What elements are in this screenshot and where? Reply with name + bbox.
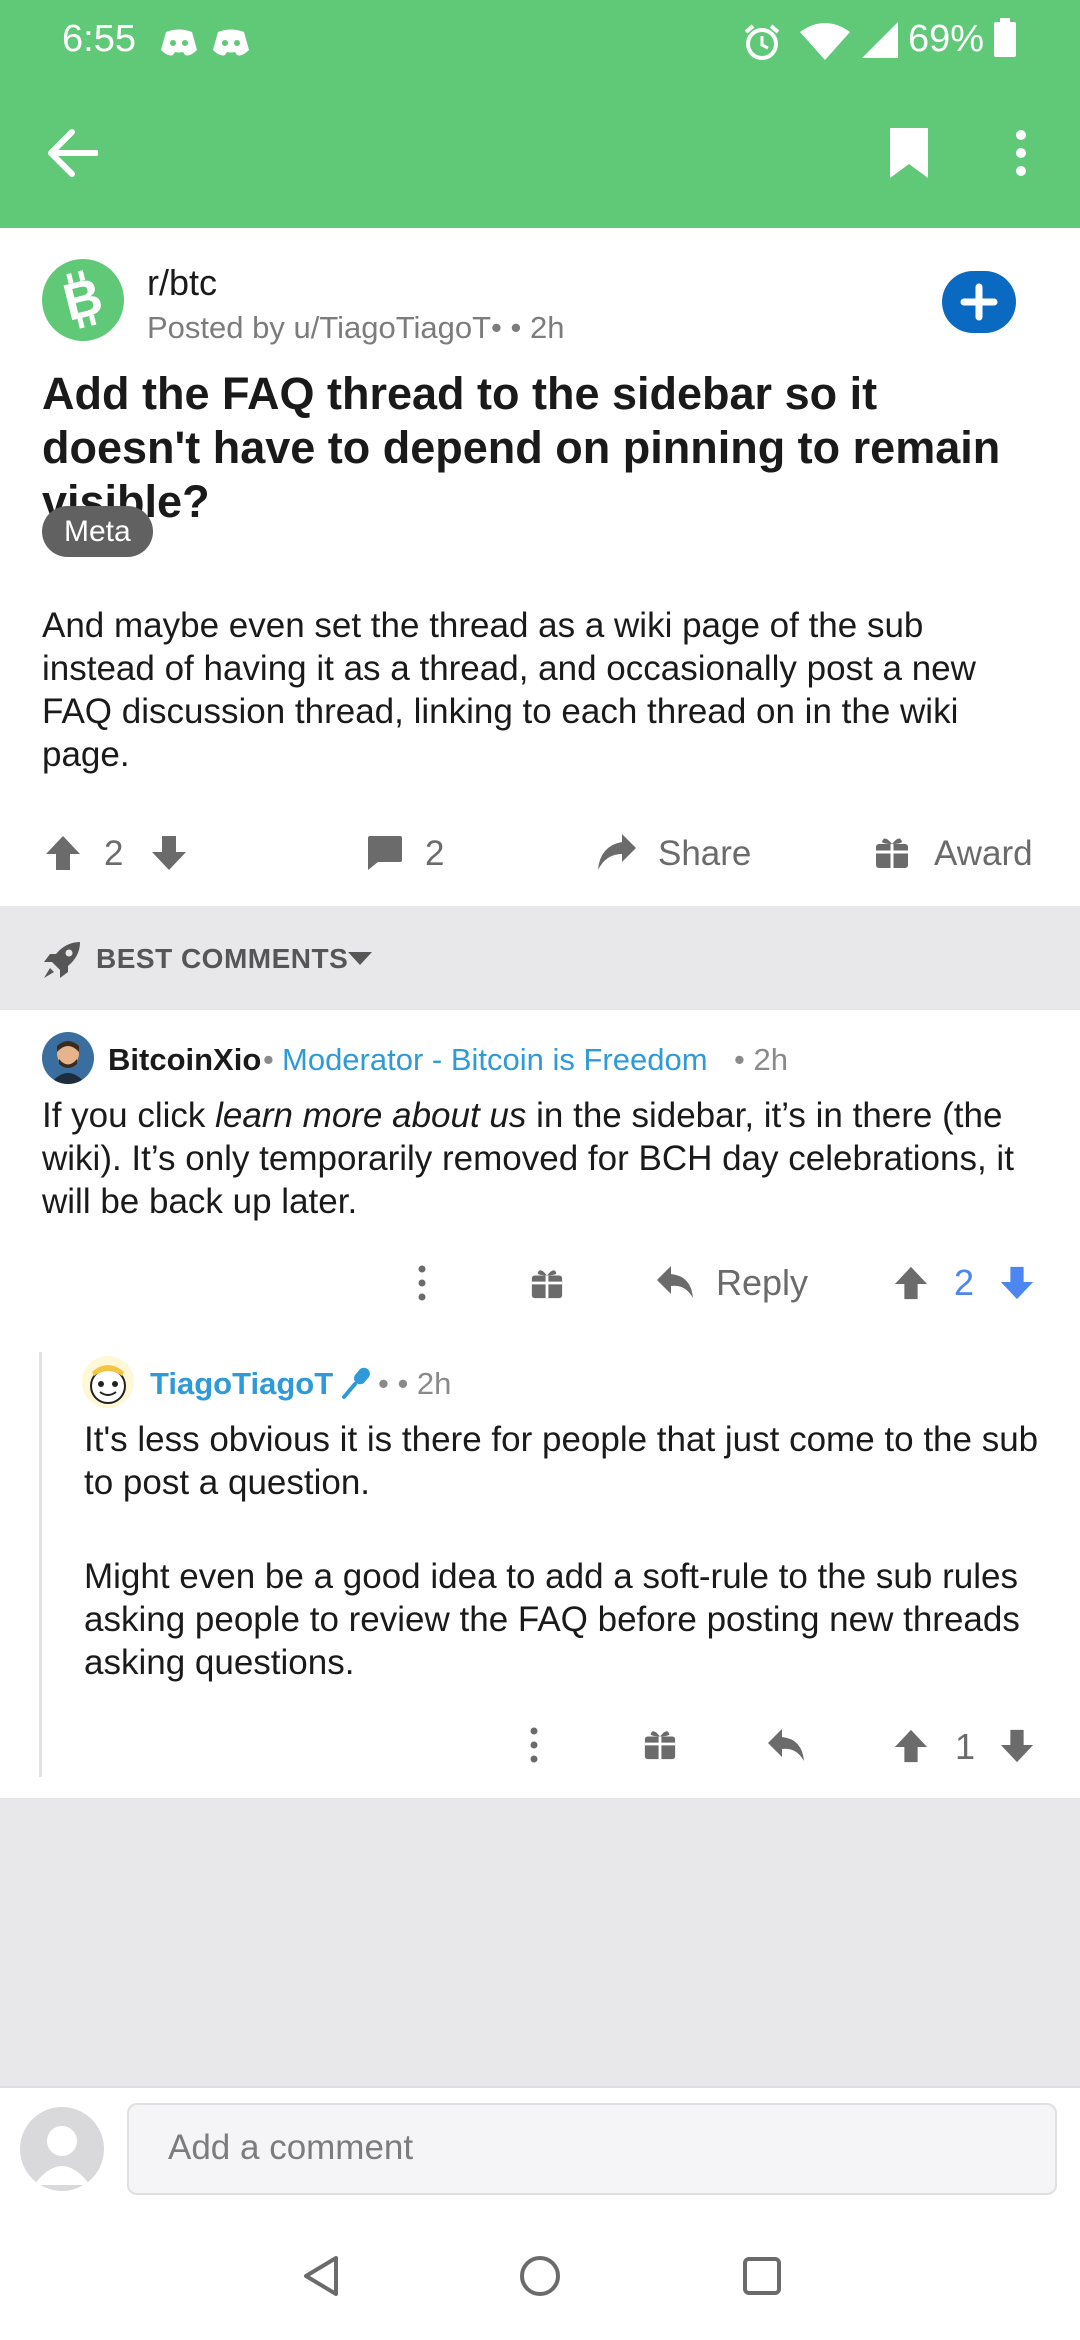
meta-separator: • <box>263 1042 274 1077</box>
comment-vote-count: 2 <box>954 1262 975 1303</box>
bitcoin-icon: B <box>58 267 108 332</box>
more-options-icon[interactable] <box>417 1265 427 1301</box>
plus-icon <box>960 283 998 321</box>
post-title: Add the FAQ thread to the sidebar so it … <box>42 368 1001 527</box>
upvote-icon[interactable] <box>44 834 82 872</box>
more-options-icon[interactable] <box>529 1727 539 1763</box>
comment-author[interactable]: TiagoTiagoT <box>150 1366 333 1402</box>
recents-icon[interactable] <box>742 2256 782 2296</box>
comment-author[interactable]: BitcoinXio <box>108 1042 261 1078</box>
bookmark-icon[interactable] <box>888 126 930 180</box>
comment-time: • 2h <box>734 1042 788 1077</box>
comment-body: If you click learn more about us in the … <box>42 1096 1014 1221</box>
rocket-icon <box>42 940 82 980</box>
reply-icon[interactable] <box>655 1264 695 1300</box>
alarm-icon <box>742 22 782 62</box>
emphasis-text: learn more about us <box>215 1096 527 1135</box>
post-vote-count: 2 <box>104 834 124 873</box>
signal-icon <box>862 20 900 60</box>
comment-meta: • • 2h <box>378 1366 452 1401</box>
home-icon[interactable] <box>518 2254 562 2298</box>
reply-icon[interactable] <box>766 1727 806 1763</box>
reply-button[interactable]: Reply <box>716 1262 808 1304</box>
award-icon[interactable] <box>530 1266 564 1300</box>
back-icon[interactable] <box>300 2254 340 2298</box>
downvote-icon[interactable] <box>150 834 188 872</box>
share-icon[interactable] <box>596 832 638 872</box>
avatar[interactable] <box>82 1356 134 1408</box>
post-flair[interactable]: Meta <box>42 506 153 557</box>
downvote-icon[interactable] <box>999 1727 1035 1765</box>
comment-paragraph: Might even be a good idea to add a soft-… <box>84 1557 1020 1682</box>
subreddit-name[interactable]: r/btc <box>147 262 217 304</box>
avatar[interactable] <box>42 1032 94 1084</box>
thread-line[interactable] <box>39 1352 42 1777</box>
comment-paragraph: It's less obvious it is there for people… <box>84 1420 1039 1502</box>
moderator-flair: Moderator - Bitcoin is Freedom <box>282 1042 708 1077</box>
subreddit-icon[interactable]: B <box>42 259 124 341</box>
award-icon[interactable] <box>874 834 910 870</box>
posted-by[interactable]: Posted by u/TiagoTiagoT• • 2h <box>147 310 564 346</box>
battery-icon <box>993 18 1017 58</box>
wifi-icon <box>800 22 850 62</box>
more-vertical-icon[interactable] <box>1014 128 1028 178</box>
battery-percent: 69% <box>908 18 985 60</box>
back-arrow-icon[interactable] <box>46 128 98 178</box>
sort-label[interactable]: BEST COMMENTS <box>96 943 348 975</box>
comment-count[interactable]: 2 <box>425 834 444 874</box>
discord-icon <box>212 28 250 58</box>
comment-vote-count: 1 <box>955 1726 976 1767</box>
chevron-down-icon[interactable] <box>348 952 372 966</box>
downvote-icon[interactable] <box>999 1264 1035 1302</box>
user-avatar-icon[interactable] <box>20 2107 104 2191</box>
share-button[interactable]: Share <box>658 834 751 874</box>
upvote-icon[interactable] <box>893 1727 929 1765</box>
upvote-icon[interactable] <box>893 1264 929 1302</box>
comment-icon[interactable] <box>364 834 404 872</box>
post-body: And maybe even set the thread as a wiki … <box>42 606 976 774</box>
discord-icon <box>160 28 198 58</box>
empty-area <box>0 1798 1080 2086</box>
status-time: 6:55 <box>62 18 136 60</box>
microphone-icon <box>341 1366 375 1400</box>
award-icon[interactable] <box>643 1727 677 1761</box>
join-button[interactable] <box>942 271 1016 333</box>
award-button[interactable]: Award <box>934 834 1033 874</box>
add-comment-placeholder: Add a comment <box>168 2128 414 2167</box>
